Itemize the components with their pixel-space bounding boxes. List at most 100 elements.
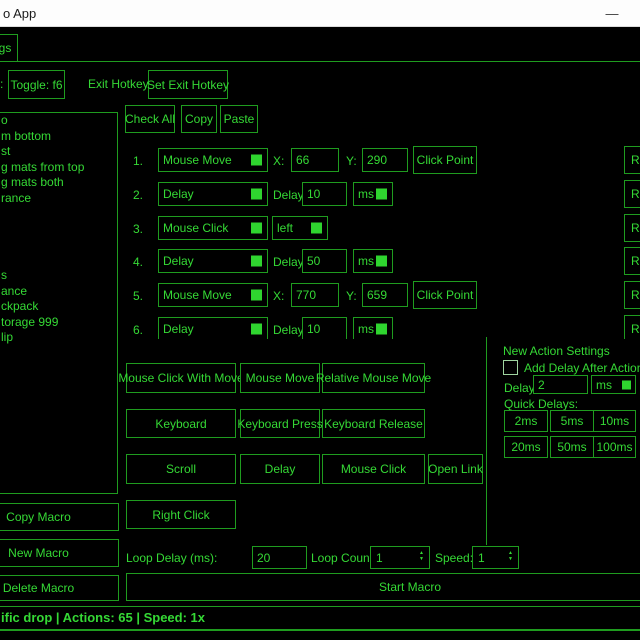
unit-value: ms (354, 254, 374, 268)
click-point-button[interactable]: Click Point (413, 146, 477, 174)
remove-button[interactable]: R (624, 315, 640, 339)
action-type-dropdown[interactable]: Delay (158, 182, 268, 206)
new-action-delay-input[interactable] (533, 375, 588, 394)
delete-macro-button[interactable]: Delete Macro (0, 575, 119, 601)
status-bar-text: ific drop | Actions: 65 | Speed: 1x (1, 610, 205, 625)
x-label: X: (273, 154, 284, 168)
dropdown-indicator-icon (311, 223, 322, 234)
action-type-dropdown[interactable]: Mouse Click (158, 216, 268, 240)
add-keyboard-press-button[interactable]: Keyboard Press (240, 409, 320, 438)
quick-delay-50ms-button[interactable]: 50ms (550, 436, 594, 458)
add-relative-mouse-move-button[interactable]: Relative Mouse Move (322, 363, 425, 393)
x-input[interactable] (291, 148, 339, 172)
remove-button[interactable]: R (624, 281, 640, 309)
exit-hotkey-label: Exit Hotkey: (88, 77, 152, 91)
tab-strip-divider (0, 61, 640, 62)
toggle-hotkey-button[interactable]: Toggle: f6 (8, 70, 65, 99)
quick-delay-100ms-button[interactable]: 100ms (593, 436, 636, 458)
dropdown-indicator-icon (251, 290, 262, 301)
status-bar-top-border (0, 606, 640, 607)
delay-input[interactable] (302, 182, 347, 206)
unit-dropdown[interactable]: ms (353, 249, 393, 273)
new-action-unit-dropdown[interactable]: ms (591, 375, 636, 394)
tab-label: gs (0, 41, 11, 55)
action-row-5: 5. Mouse Move X: Y: Click Point R (0, 283, 640, 307)
y-input[interactable] (362, 148, 408, 172)
quick-delay-2ms-button[interactable]: 2ms (504, 410, 548, 432)
new-macro-button[interactable]: New Macro (0, 539, 119, 567)
dropdown-indicator-icon (376, 189, 387, 200)
hotkey-label-fragment: : (0, 77, 3, 91)
remove-button[interactable]: R (624, 146, 640, 174)
minimize-button[interactable]: — (590, 0, 634, 26)
action-index: 6. (133, 323, 143, 337)
action-row-3: 3. Mouse Click left R (0, 216, 640, 240)
add-keyboard-release-button[interactable]: Keyboard Release (322, 409, 425, 438)
add-open-link-button[interactable]: Open Link (428, 454, 483, 484)
unit-dropdown[interactable]: ms (353, 182, 393, 206)
add-scroll-button[interactable]: Scroll (126, 454, 236, 484)
unit-value: ms (592, 378, 612, 392)
action-type-dropdown[interactable]: Delay (158, 317, 268, 339)
paste-button[interactable]: Paste (220, 105, 258, 133)
loop-count-stepper[interactable]: 1 ▲▼ (370, 546, 430, 569)
action-index: 4. (133, 255, 143, 269)
add-delay-button[interactable]: Delay (240, 454, 320, 484)
speed-stepper[interactable]: 1 ▲▼ (472, 546, 519, 569)
action-index: 5. (133, 289, 143, 303)
window-title: o App (3, 6, 36, 21)
x-label: X: (273, 289, 284, 303)
add-keyboard-button[interactable]: Keyboard (126, 409, 236, 438)
add-mouse-click-with-move-button[interactable]: Mouse Click With Move (126, 363, 236, 393)
dropdown-indicator-icon (251, 223, 262, 234)
quick-delay-10ms-button[interactable]: 10ms (593, 410, 636, 432)
dropdown-indicator-icon (251, 189, 262, 200)
x-input[interactable] (291, 283, 339, 307)
dropdown-indicator-icon (251, 155, 262, 166)
speed-label: Speed: (435, 551, 473, 565)
add-right-click-button[interactable]: Right Click (126, 500, 236, 529)
unit-dropdown[interactable]: ms (353, 317, 393, 339)
remove-button[interactable]: R (624, 247, 640, 275)
y-label: Y: (346, 289, 357, 303)
start-macro-button[interactable]: Start Macro (126, 573, 640, 601)
add-mouse-move-button[interactable]: Mouse Move (240, 363, 320, 393)
quick-delays-label: Quick Delays: (504, 397, 578, 411)
add-delay-after-action-checkbox[interactable] (503, 360, 518, 375)
y-label: Y: (346, 154, 357, 168)
copy-button[interactable]: Copy (181, 105, 217, 133)
add-mouse-click-button[interactable]: Mouse Click (322, 454, 425, 484)
action-type-dropdown[interactable]: Mouse Move (158, 148, 268, 172)
dropdown-indicator-icon (251, 256, 262, 267)
action-type-value: Mouse Move (159, 153, 232, 167)
check-all-button[interactable]: Check All (125, 105, 175, 133)
stepper-arrows-icon[interactable]: ▲▼ (508, 550, 513, 562)
remove-button[interactable]: R (624, 214, 640, 242)
stepper-arrows-icon[interactable]: ▲▼ (419, 550, 424, 562)
action-type-value: Delay (159, 187, 194, 201)
loop-delay-label: Loop Delay (ms): (126, 551, 217, 565)
delay-label: Delay (273, 188, 304, 202)
unit-value: ms (354, 322, 374, 336)
action-type-dropdown[interactable]: Mouse Move (158, 283, 268, 307)
mouse-button-dropdown[interactable]: left (272, 216, 328, 240)
delay-input[interactable] (302, 317, 347, 339)
remove-button[interactable]: R (624, 180, 640, 208)
action-index: 1. (133, 154, 143, 168)
macro-list-item[interactable]: o (0, 113, 117, 129)
set-exit-hotkey-button[interactable]: Set Exit Hotkey (148, 70, 228, 99)
loop-delay-input[interactable] (252, 546, 307, 569)
delay-input[interactable] (302, 249, 347, 273)
dropdown-indicator-icon (376, 324, 387, 335)
add-delay-after-action-label: Add Delay After Action (524, 361, 640, 375)
action-row-1: 1. Mouse Move X: Y: Click Point R (0, 148, 640, 172)
action-type-dropdown[interactable]: Delay (158, 249, 268, 273)
y-input[interactable] (362, 283, 408, 307)
quick-delay-5ms-button[interactable]: 5ms (550, 410, 594, 432)
copy-macro-button[interactable]: Copy Macro (0, 503, 119, 531)
tab-settings[interactable]: gs (0, 34, 18, 62)
app-window: o App — gs : Toggle: f6 Exit Hotkey: Set… (0, 0, 640, 640)
quick-delay-20ms-button[interactable]: 20ms (504, 436, 548, 458)
action-type-value: Delay (159, 322, 194, 336)
click-point-button[interactable]: Click Point (413, 281, 477, 309)
